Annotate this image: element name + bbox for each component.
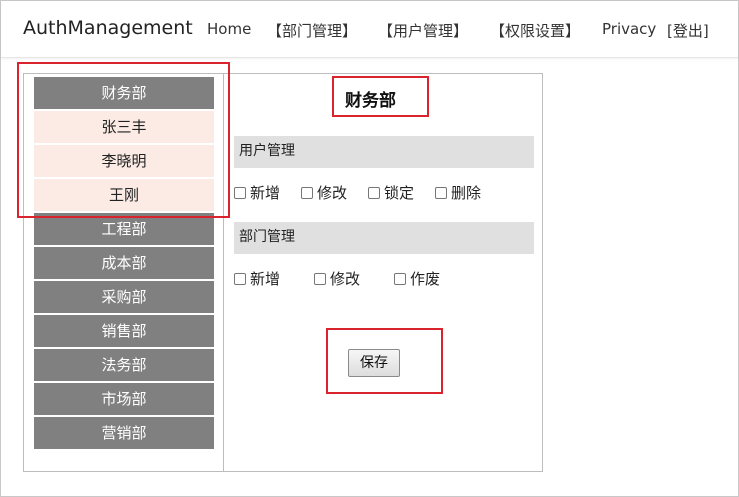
perm-label: 新增 xyxy=(250,270,281,288)
nav-permission-settings[interactable]: 【权限设置】 xyxy=(490,20,580,41)
perm-user-edit[interactable]: 修改 xyxy=(301,182,347,203)
section-header-dept-management: 部门管理 xyxy=(234,222,534,254)
perm-dept-void[interactable]: 作废 xyxy=(394,268,440,289)
nav-privacy[interactable]: Privacy xyxy=(602,20,656,38)
checkbox[interactable] xyxy=(435,186,447,199)
brand-logo[interactable]: AuthManagement xyxy=(23,17,193,39)
perm-label: 新增 xyxy=(250,184,281,202)
checkbox[interactable] xyxy=(368,186,380,199)
perm-label: 作废 xyxy=(410,270,441,288)
perm-dept-add[interactable]: 新增 xyxy=(234,268,280,289)
nav-logout[interactable]: [登出] xyxy=(667,20,709,41)
perm-label: 删除 xyxy=(451,184,482,202)
nav-user-management[interactable]: 【用户管理】 xyxy=(378,20,468,41)
checkbox[interactable] xyxy=(234,186,246,199)
nav-home[interactable]: Home xyxy=(207,20,251,38)
dept-item-cost[interactable]: 成本部 xyxy=(34,247,214,279)
annotation-box-title xyxy=(332,76,429,117)
dept-item-marketing[interactable]: 营销部 xyxy=(34,417,214,449)
perm-dept-edit[interactable]: 修改 xyxy=(314,268,360,289)
checkbox[interactable] xyxy=(314,272,326,285)
dept-item-purchasing[interactable]: 采购部 xyxy=(34,281,214,313)
annotation-box-save xyxy=(326,328,443,394)
perm-user-lock[interactable]: 锁定 xyxy=(368,182,414,203)
dept-item-sales[interactable]: 销售部 xyxy=(34,315,214,347)
dept-item-market[interactable]: 市场部 xyxy=(34,383,214,415)
perm-user-delete[interactable]: 删除 xyxy=(435,182,481,203)
nav-dept-management[interactable]: 【部门管理】 xyxy=(267,20,357,41)
annotation-box-dept-users xyxy=(17,62,230,218)
dept-item-legal[interactable]: 法务部 xyxy=(34,349,214,381)
section-header-user-management: 用户管理 xyxy=(234,136,534,168)
perm-user-add[interactable]: 新增 xyxy=(234,182,280,203)
perm-label: 锁定 xyxy=(384,184,415,202)
checkbox[interactable] xyxy=(234,272,246,285)
perm-label: 修改 xyxy=(330,270,361,288)
checkbox[interactable] xyxy=(394,272,406,285)
checkbox[interactable] xyxy=(301,186,313,199)
perm-label: 修改 xyxy=(317,184,348,202)
top-navbar: AuthManagement Home 【部门管理】 【用户管理】 【权限设置】… xyxy=(1,1,738,58)
